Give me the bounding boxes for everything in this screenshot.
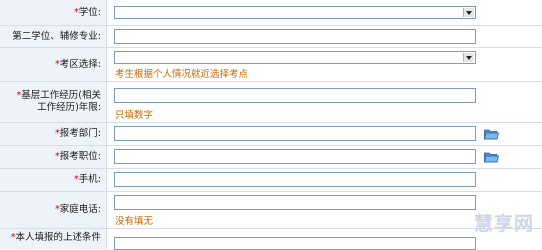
chevron-down-icon[interactable] (463, 53, 474, 62)
label-text: 考区选择: (59, 58, 101, 70)
label-home-phone: * 家庭电话: (0, 192, 107, 228)
label-mobile: * 手机: (0, 169, 107, 191)
department-input[interactable] (114, 126, 476, 141)
label-text: 手机: (78, 174, 101, 185)
label-text: 本人填报的上述条件 (15, 232, 101, 243)
position-input[interactable] (114, 149, 476, 164)
label-degree: * 学位: (0, 0, 107, 25)
label-text: 学位: (78, 6, 101, 18)
row-department: * 报考部门: (0, 123, 542, 146)
row-work-experience: *基层工作经历(相关工作经历)年限: 只填数字 (0, 82, 542, 123)
label-text: 第二学位、辅修专业: (12, 30, 101, 42)
label-wrap: *基层工作经历(相关工作经历)年限: (8, 90, 101, 114)
label-department: * 报考部门: (0, 123, 107, 145)
label-text: 报考职位: (59, 151, 101, 162)
row-exam-area: * 考区选择: 考生根据个人情况就近选择考点 (0, 48, 542, 82)
home-phone-input[interactable] (114, 195, 476, 210)
row-second-degree: 第二学位、辅修专业: (0, 26, 542, 48)
label-second-degree: 第二学位、辅修专业: (0, 26, 107, 47)
label-declaration: * 本人填报的上述条件 (0, 229, 107, 249)
row-degree: * 学位: (0, 0, 542, 26)
label-text: 家庭电话: (59, 204, 101, 215)
label-text: 基层工作经历(相关工作经历)年限: (21, 90, 101, 113)
mobile-input[interactable] (114, 172, 476, 187)
chevron-down-icon[interactable] (463, 8, 474, 17)
work-experience-input[interactable] (114, 88, 476, 103)
folder-icon[interactable] (484, 128, 499, 140)
declaration-select[interactable] (114, 237, 476, 250)
watermark-logo: 慧享网 (473, 213, 534, 235)
label-work-experience: *基层工作经历(相关工作经历)年限: (0, 82, 107, 122)
exam-area-hint: 考生根据个人情况就近选择考点 (115, 69, 249, 80)
row-declaration: * 本人填报的上述条件 (0, 229, 542, 250)
work-experience-hint: 只填数字 (115, 110, 154, 121)
label-text: 报考部门: (59, 128, 101, 139)
row-position: * 报考职位: (0, 146, 542, 169)
row-home-phone: * 家庭电话: 没有填无 (0, 192, 542, 229)
row-mobile: * 手机: (0, 169, 542, 192)
degree-select[interactable] (114, 6, 476, 19)
home-phone-hint: 没有填无 (115, 216, 154, 227)
label-position: * 报考职位: (0, 146, 107, 168)
second-degree-input[interactable] (114, 29, 476, 44)
folder-icon[interactable] (484, 151, 499, 163)
exam-area-select[interactable] (114, 51, 476, 64)
label-exam-area: * 考区选择: (0, 48, 107, 81)
